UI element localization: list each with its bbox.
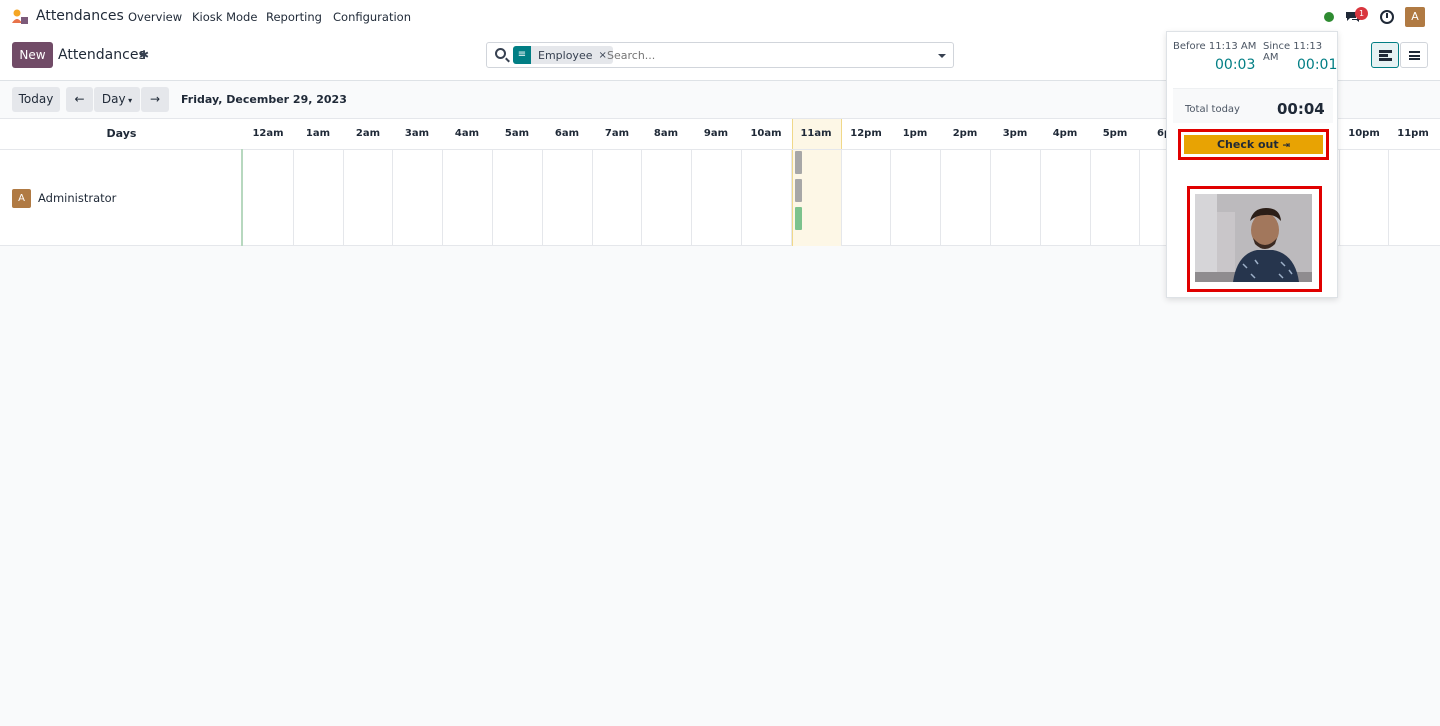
menu-reporting[interactable]: Reporting	[266, 10, 322, 24]
menu-kiosk-mode[interactable]: Kiosk Mode	[192, 10, 257, 24]
sign-out-icon: ⇥	[1282, 141, 1291, 151]
hour-header-2pm: 2pm	[952, 128, 978, 139]
hour-header-10pm: 10pm	[1348, 128, 1380, 139]
caret-down-icon: ▾	[125, 96, 133, 105]
search-options-toggle[interactable]	[931, 42, 954, 68]
row-avatar: A	[12, 189, 31, 208]
hour-column-divider	[343, 149, 344, 246]
hour-column-divider	[492, 149, 493, 246]
hour-header-2am: 2am	[355, 128, 381, 139]
list-view-icon	[1409, 51, 1420, 60]
gantt-view-button[interactable]	[1371, 42, 1399, 68]
page-title: Attendances	[58, 47, 146, 63]
hour-header-12am: 12am	[252, 128, 284, 139]
hour-column-divider	[691, 149, 692, 246]
hour-header-5pm: 5pm	[1102, 128, 1128, 139]
hour-column-divider	[1139, 149, 1140, 246]
hour-header-11pm: 11pm	[1397, 128, 1429, 139]
app-name[interactable]: Attendances	[36, 8, 124, 24]
hour-header-8am: 8am	[653, 128, 679, 139]
hour-column-divider	[940, 149, 941, 246]
hour-header-11am: 11am	[800, 128, 832, 139]
hour-header-4am: 4am	[454, 128, 480, 139]
search-facet-employee[interactable]: ≡ Employee ×	[513, 46, 613, 64]
check-out-label: Check out	[1216, 138, 1279, 151]
hour-column-divider	[841, 149, 842, 246]
before-value: 00:03	[1215, 57, 1256, 73]
hour-column-divider	[293, 149, 294, 246]
top-navbar: Attendances Overview Kiosk Mode Reportin…	[0, 0, 1440, 34]
checkout-highlight: Check out ⇥	[1178, 129, 1329, 160]
hour-column-divider	[1090, 149, 1091, 246]
hour-column-divider	[791, 149, 792, 246]
activity-clock-icon[interactable]	[1380, 10, 1394, 24]
list-view-button[interactable]	[1400, 42, 1428, 68]
next-button[interactable]: →	[141, 87, 169, 112]
hour-column-divider	[1339, 149, 1340, 246]
hour-column-divider	[442, 149, 443, 246]
search-input[interactable]	[607, 47, 907, 63]
hour-column-divider	[1388, 149, 1389, 246]
hour-column-divider	[1040, 149, 1041, 246]
chat-badge: 1	[1355, 7, 1368, 20]
attendance-pill[interactable]	[795, 151, 802, 174]
total-today-value: 00:04	[1277, 100, 1325, 118]
gantt-view-icon	[1379, 50, 1392, 61]
hour-header-6am: 6am	[554, 128, 580, 139]
attendance-pill[interactable]	[795, 179, 802, 202]
since-value: 00:01	[1297, 57, 1338, 73]
hour-column-divider	[990, 149, 991, 246]
hour-header-1pm: 1pm	[902, 128, 928, 139]
new-button[interactable]: New	[12, 42, 53, 68]
employee-photo-image	[1195, 194, 1312, 282]
previous-button[interactable]: ←	[66, 87, 93, 112]
layers-icon: ≡	[513, 46, 531, 64]
check-out-button[interactable]: Check out ⇥	[1184, 135, 1323, 154]
attendance-pill-current[interactable]	[795, 207, 802, 230]
row-employee-name[interactable]: Administrator	[38, 191, 116, 205]
hour-header-7am: 7am	[604, 128, 630, 139]
hour-column-divider	[890, 149, 891, 246]
hour-header-4pm: 4pm	[1052, 128, 1078, 139]
hour-column-divider	[542, 149, 543, 246]
scale-dropdown[interactable]: Day ▾	[94, 87, 140, 112]
hour-header-9am: 9am	[703, 128, 729, 139]
brand-logo-icon[interactable]	[11, 9, 29, 25]
photo-highlight	[1187, 186, 1322, 292]
attendance-popover: Before 11:13 AM 00:03 Since 11:13 AM 00:…	[1166, 31, 1338, 298]
hour-column-divider	[392, 149, 393, 246]
employee-photo	[1195, 194, 1312, 282]
total-today-label: Total today	[1185, 104, 1240, 115]
hour-header-1am: 1am	[305, 128, 331, 139]
hour-column-divider	[592, 149, 593, 246]
presence-dot-icon[interactable]	[1324, 12, 1334, 22]
facet-label: Employee	[538, 48, 593, 62]
hour-header-3pm: 3pm	[1002, 128, 1028, 139]
before-label: Before 11:13 AM	[1173, 41, 1257, 52]
menu-configuration[interactable]: Configuration	[333, 10, 411, 24]
hour-header-3am: 3am	[404, 128, 430, 139]
hour-header-5am: 5am	[504, 128, 530, 139]
gear-icon[interactable]: ✱	[139, 48, 149, 62]
menu-overview[interactable]: Overview	[128, 10, 182, 24]
days-header: Days	[106, 127, 137, 140]
hour-header-12pm: 12pm	[850, 128, 882, 139]
today-button[interactable]: Today	[12, 87, 60, 112]
scale-label: Day	[101, 92, 126, 106]
hour-header-10am: 10am	[750, 128, 782, 139]
date-label: Friday, December 29, 2023	[181, 93, 347, 106]
hour-column-divider	[741, 149, 742, 246]
user-avatar[interactable]: A	[1405, 7, 1425, 27]
row-progress-edge	[241, 149, 243, 246]
search-bar[interactable]: ≡ Employee ×	[486, 42, 932, 68]
hour-column-divider	[641, 149, 642, 246]
search-icon	[495, 48, 506, 59]
